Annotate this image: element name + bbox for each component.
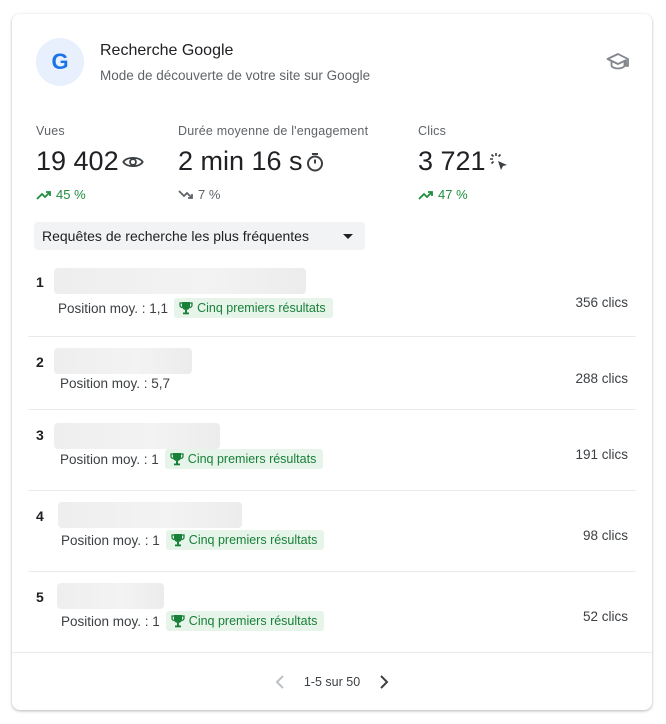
- average-position: Position moy. : 1: [60, 451, 159, 467]
- query-row[interactable]: 2 Position moy. : 5,7 288 clics: [28, 336, 636, 410]
- metric-clicks: Clics 3 721 47 %: [418, 124, 509, 202]
- query-clicks: 98 clics: [582, 528, 628, 543]
- click-icon: [489, 152, 507, 170]
- trophy-icon: [179, 302, 193, 315]
- metric-value: 3 721: [418, 146, 486, 176]
- trophy-icon: [170, 453, 184, 466]
- divider: [12, 652, 652, 653]
- query-row[interactable]: 3 Position moy. : 1 Cinq premiers résult…: [28, 409, 636, 491]
- average-position: Position moy. : 1,1: [58, 300, 169, 316]
- google-logo-icon: G: [36, 38, 84, 86]
- pagination: 1-5 sur 50: [12, 672, 652, 692]
- top-five-badge: Cinq premiers résultats: [164, 449, 324, 469]
- dropdown-label: Requêtes de recherche les plus fréquente…: [42, 228, 309, 244]
- chevron-right-icon[interactable]: [372, 672, 396, 692]
- metric-change: 45 %: [56, 187, 86, 202]
- query-text-redacted: [54, 268, 306, 294]
- trending-up-icon: [418, 190, 433, 200]
- metric-change: 47 %: [438, 187, 468, 202]
- search-console-card: G Recherche Google Mode de découverte de…: [12, 14, 652, 710]
- query-text-redacted: [54, 348, 192, 374]
- badge-label: Cinq premiers résultats: [188, 533, 318, 547]
- top-five-badge: Cinq premiers résultats: [174, 298, 333, 318]
- query-rank: 1: [36, 274, 44, 290]
- badge-label: Cinq premiers résultats: [187, 452, 317, 466]
- chevron-left-icon[interactable]: [268, 672, 292, 692]
- trophy-icon: [171, 615, 185, 628]
- metric-label: Durée moyenne de l'engagement: [178, 124, 369, 138]
- metric-value: 2 min 16 s: [178, 146, 303, 176]
- metric-engagement: Durée moyenne de l'engagement 2 min 16 s…: [178, 124, 368, 202]
- query-row[interactable]: 5 Position moy. : 1 Cinq premiers résult…: [28, 571, 636, 652]
- graduation-cap-icon[interactable]: [606, 50, 630, 74]
- query-text-redacted: [54, 423, 220, 449]
- query-clicks: 288 clics: [575, 371, 628, 386]
- top-five-badge: Cinq premiers résultats: [165, 530, 325, 550]
- caret-down-icon: [343, 234, 353, 239]
- query-row[interactable]: 1 Position moy. : 1,1 Cinq premiers résu…: [28, 266, 636, 337]
- query-text-redacted: [58, 502, 242, 528]
- query-clicks: 191 clics: [575, 447, 628, 462]
- average-position: Position moy. : 5,7: [60, 376, 171, 391]
- query-clicks: 52 clics: [582, 609, 628, 624]
- average-position: Position moy. : 1: [61, 532, 160, 548]
- pagination-label: 1-5 sur 50: [303, 675, 361, 689]
- badge-label: Cinq premiers résultats: [197, 301, 326, 315]
- query-type-dropdown[interactable]: Requêtes de recherche les plus fréquente…: [34, 222, 365, 250]
- badge-label: Cinq premiers résultats: [188, 614, 318, 628]
- trophy-icon: [171, 534, 185, 547]
- metric-label: Clics: [418, 124, 447, 138]
- query-row[interactable]: 4 Position moy. : 1 Cinq premiers résult…: [28, 490, 636, 572]
- query-rank: 3: [36, 427, 44, 443]
- eye-icon: [121, 156, 144, 167]
- top-five-badge: Cinq premiers résultats: [165, 611, 325, 631]
- metric-value: 19 402: [36, 146, 119, 176]
- metric-label: Vues: [36, 124, 65, 138]
- timer-icon: [306, 152, 323, 171]
- query-rank: 2: [36, 354, 44, 370]
- metric-views: Vues 19 402 45 %: [36, 124, 144, 202]
- query-rank: 4: [36, 508, 44, 524]
- query-text-redacted: [57, 583, 164, 609]
- average-position: Position moy. : 1: [61, 613, 160, 629]
- metric-change: 7 %: [198, 187, 221, 202]
- card-title: Recherche Google: [100, 42, 234, 59]
- card-subtitle: Mode de découverte de votre site sur Goo…: [100, 68, 371, 83]
- query-clicks: 356 clics: [575, 295, 628, 310]
- query-rank: 5: [36, 589, 44, 605]
- trending-down-icon: [178, 189, 193, 199]
- trending-up-icon: [36, 190, 51, 200]
